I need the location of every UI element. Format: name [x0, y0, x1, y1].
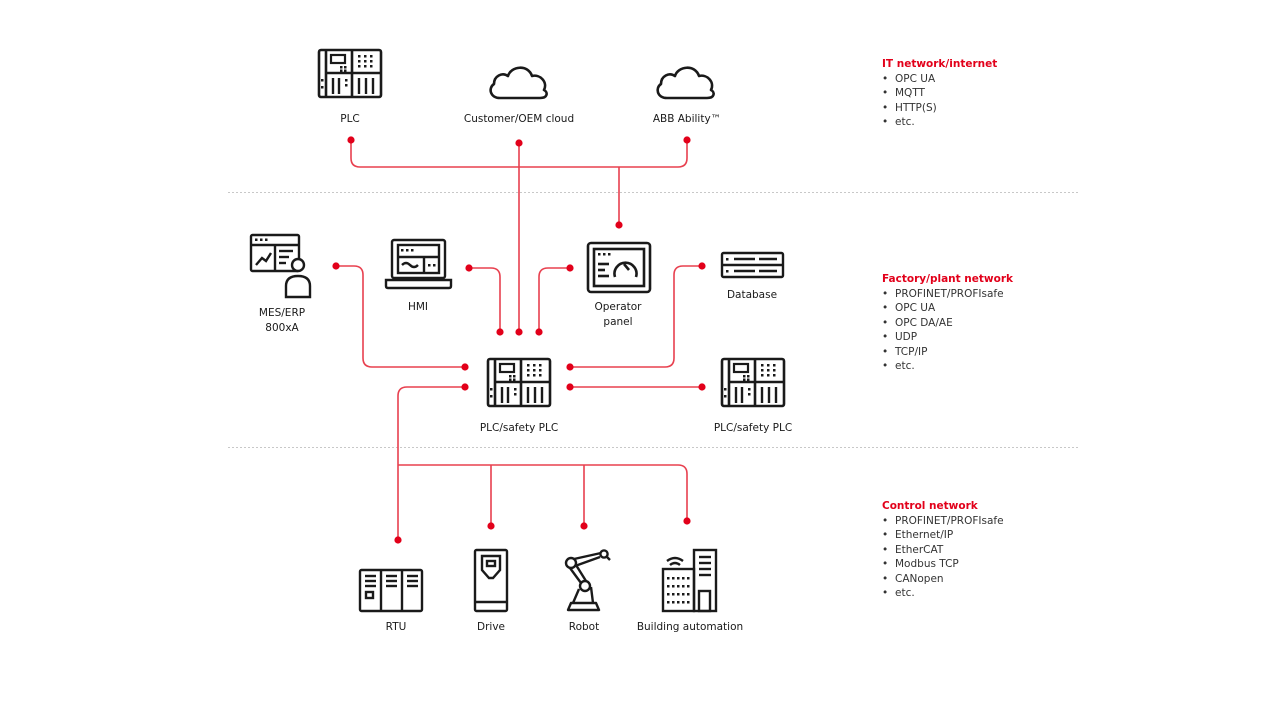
protocol-item: Modbus TCP: [882, 557, 1004, 572]
plc-icon: [486, 357, 552, 408]
node-label-plc-safety-peer: PLC/safety PLC: [713, 422, 793, 434]
protocol-item: etc.: [882, 115, 997, 130]
link-hmi-to-plc: [469, 267, 501, 332]
dot-plc-right-2: [566, 383, 574, 391]
zone-title: Control network: [882, 500, 978, 512]
node-label-operator-line1: Operator: [594, 301, 642, 313]
protocol-list: OPC UA MQTT HTTP(S) etc.: [882, 72, 997, 130]
cloud-icon: [489, 66, 548, 100]
plc-icon: [720, 357, 786, 408]
node-label-customer-cloud: Customer/OEM cloud: [463, 113, 575, 125]
protocol-item: MQTT: [882, 86, 997, 101]
zone-title: IT network/internet: [882, 58, 998, 70]
node-label-operator-panel: Operator panel: [595, 300, 642, 330]
link-control-bus: [398, 464, 688, 521]
node-label-hmi: HMI: [407, 301, 429, 313]
dot-database: [698, 262, 706, 270]
link-plc-to-control-bus: [397, 386, 465, 540]
dot-plc-top: [347, 136, 355, 144]
node-label-abb-ability: ABB Ability™: [652, 113, 722, 125]
gauge-panel-icon: [586, 241, 652, 294]
protocol-item: Ethernet/IP: [882, 528, 1004, 543]
node-label-mes-line1: MES/ERP: [258, 307, 306, 319]
drive-icon: [473, 548, 509, 613]
zone-legend-it: IT network/internet OPC UA MQTT HTTP(S) …: [882, 57, 997, 130]
protocol-item: UDP: [882, 330, 1013, 345]
mes-user-icon: [249, 233, 312, 299]
zone-legend-factory: Factory/plant network PROFINET/PROFIsafe…: [882, 272, 1013, 374]
robot-arm-icon: [564, 549, 611, 612]
dot-plc-left-2: [461, 383, 469, 391]
dot-peer-plc: [698, 383, 706, 391]
node-label-drive: Drive: [477, 621, 505, 633]
dot-robot: [580, 522, 588, 530]
zone-legend-control: Control network PROFINET/PROFIsafe Ether…: [882, 499, 1004, 601]
dot-mes: [332, 262, 340, 270]
protocol-item: EtherCAT: [882, 543, 1004, 558]
rtu-cabinet-icon: [358, 568, 424, 613]
protocol-item: PROFINET/PROFIsafe: [882, 514, 1004, 529]
building-icon: [661, 548, 718, 613]
dot-plc-in-hmi: [496, 328, 504, 336]
dot-plc-right-1: [566, 363, 574, 371]
node-label-mes-erp: MES/ERP 800xA: [259, 306, 305, 336]
dot-customer-cloud: [515, 139, 523, 147]
link-operator-panel-to-plc: [538, 267, 570, 332]
protocol-item: CANopen: [882, 572, 1004, 587]
dot-rtu: [394, 536, 402, 544]
protocol-item: HTTP(S): [882, 101, 997, 116]
dot-plc-in-cloud: [515, 328, 523, 336]
cloud-icon: [656, 66, 715, 100]
laptop-icon: [384, 238, 453, 290]
protocol-item: etc.: [882, 586, 1004, 601]
node-label-rtu: RTU: [385, 621, 407, 633]
dot-plc-left-1: [461, 363, 469, 371]
dot-abb-ability: [683, 136, 691, 144]
protocol-list: PROFINET/PROFIsafe OPC UA OPC DA/AE UDP …: [882, 287, 1013, 374]
protocol-item: etc.: [882, 359, 1013, 374]
node-label-plc-safety-main: PLC/safety PLC: [479, 422, 559, 434]
node-label-robot: Robot: [568, 621, 600, 633]
protocol-item: TCP/IP: [882, 345, 1013, 360]
node-label-plc: PLC: [340, 113, 360, 125]
protocol-item: OPC UA: [882, 72, 997, 87]
server-icon: [720, 251, 785, 279]
dot-plc-in-panel: [535, 328, 543, 336]
dot-building: [683, 517, 691, 525]
protocol-item: OPC UA: [882, 301, 1013, 316]
network-diagram: [228, 48, 1080, 613]
dot-drive: [487, 522, 495, 530]
protocol-list: PROFINET/PROFIsafe Ethernet/IP EtherCAT …: [882, 514, 1004, 601]
node-label-database: Database: [726, 289, 778, 301]
node-label-operator-line2: panel: [603, 316, 633, 328]
connection-lines: [336, 140, 702, 540]
node-label-mes-line2: 800xA: [265, 322, 299, 334]
dot-operator-panel-top: [615, 221, 623, 229]
zone-title: Factory/plant network: [882, 273, 1013, 285]
dot-hmi: [465, 264, 473, 272]
protocol-item: OPC DA/AE: [882, 316, 1013, 331]
plc-icon: [317, 48, 383, 99]
dot-operator-panel: [566, 264, 574, 272]
protocol-item: PROFINET/PROFIsafe: [882, 287, 1013, 302]
node-label-building-automation: Building automation: [636, 621, 744, 633]
